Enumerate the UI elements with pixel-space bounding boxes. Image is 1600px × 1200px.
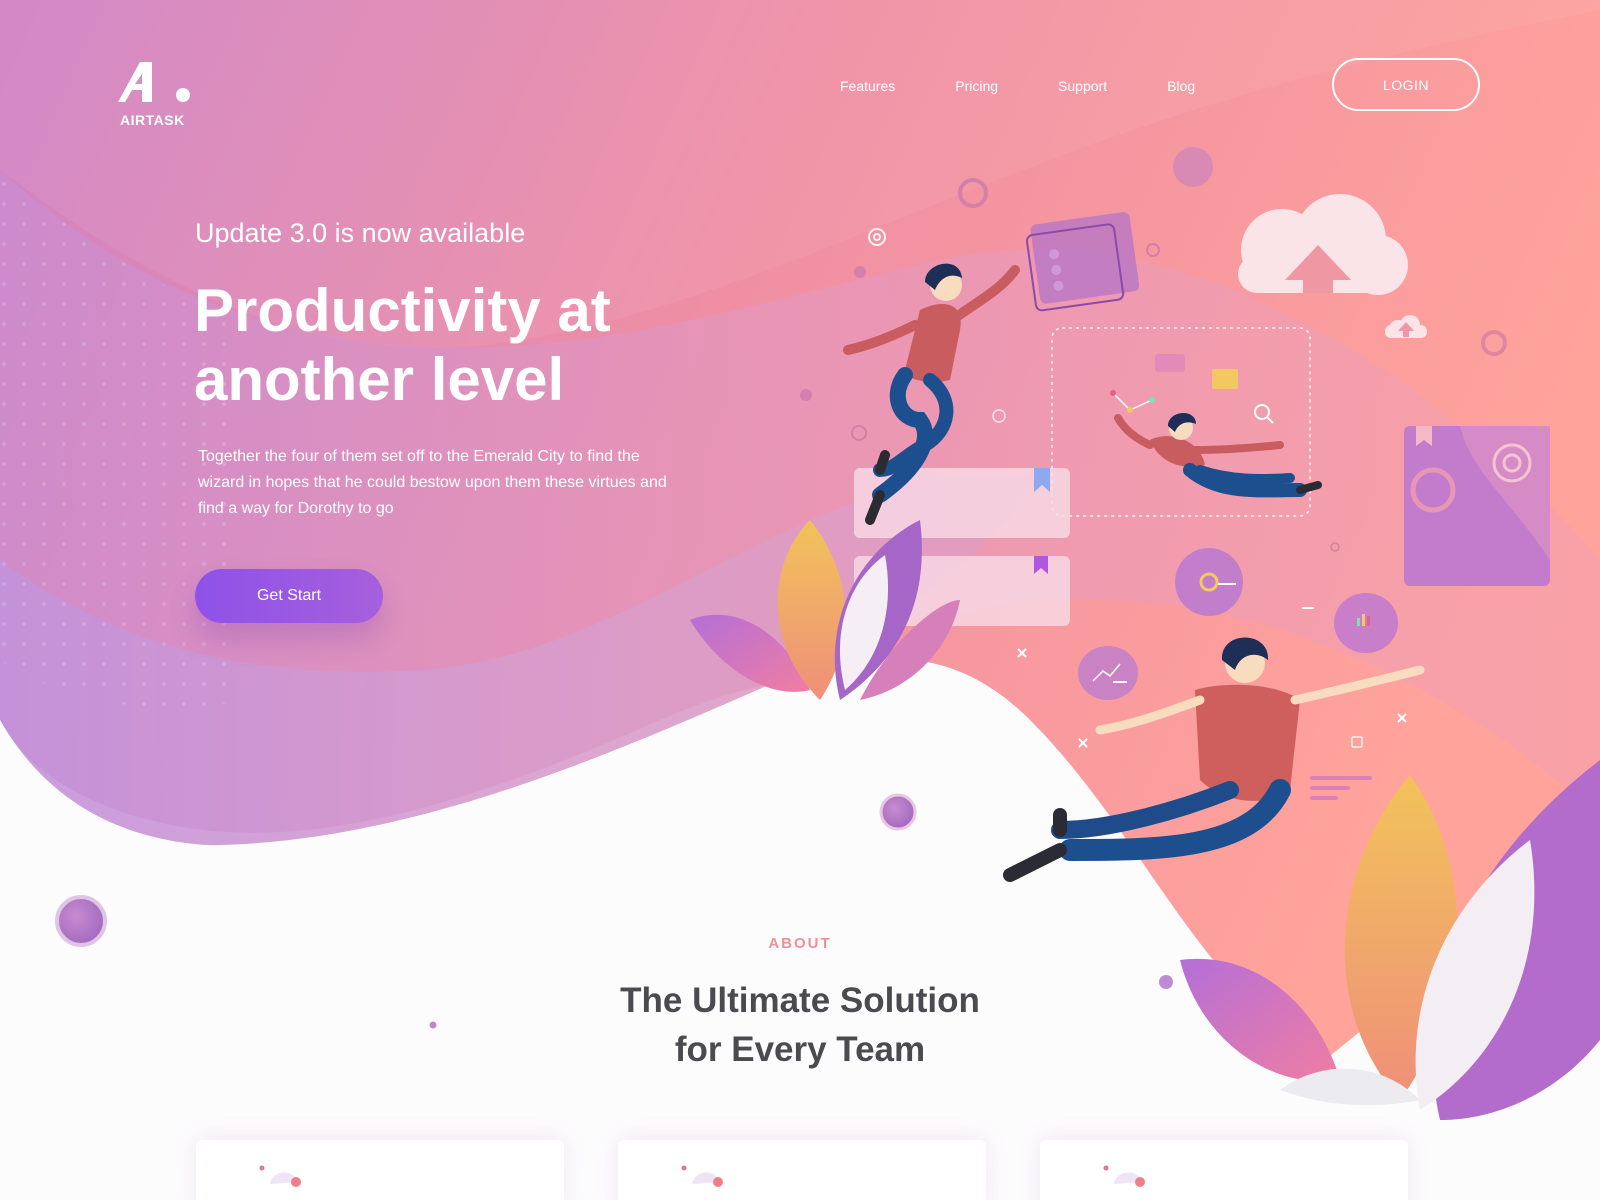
nav-item-blog[interactable]: Blog <box>1167 78 1195 94</box>
card-illustration-icon <box>681 1165 723 1187</box>
brand-name: AIRTASK <box>120 112 185 128</box>
feature-card[interactable] <box>196 1140 564 1200</box>
hero-subtitle: Update 3.0 is now available <box>195 218 526 248</box>
hero-title-line2: another level <box>194 346 565 413</box>
hero-description: Together the four of them set off to the… <box>198 448 667 517</box>
about-title-line1: The Ultimate Solution <box>620 981 980 1020</box>
login-button[interactable]: LOGIN <box>1332 58 1480 111</box>
main-nav: Features Pricing Support Blog <box>840 78 1255 94</box>
logo-icon <box>118 62 190 102</box>
hero-title: Productivity at another level <box>194 276 754 414</box>
nav-item-support[interactable]: Support <box>1058 78 1107 94</box>
feature-card[interactable] <box>618 1140 986 1200</box>
card-illustration-icon <box>1103 1165 1145 1187</box>
nav-item-features[interactable]: Features <box>840 78 895 94</box>
about-label: ABOUT <box>768 935 832 952</box>
get-start-button[interactable]: Get Start <box>195 569 383 623</box>
brand-logo[interactable]: AIRTASK <box>118 62 198 132</box>
hero-title-line1: Productivity at <box>194 277 611 344</box>
about-title-line2: for Every Team <box>674 1030 926 1069</box>
about-title: The Ultimate Solution for Every Team <box>0 976 1600 1074</box>
nav-item-pricing[interactable]: Pricing <box>955 78 998 94</box>
feature-card[interactable] <box>1040 1140 1408 1200</box>
card-illustration-icon <box>259 1165 301 1187</box>
